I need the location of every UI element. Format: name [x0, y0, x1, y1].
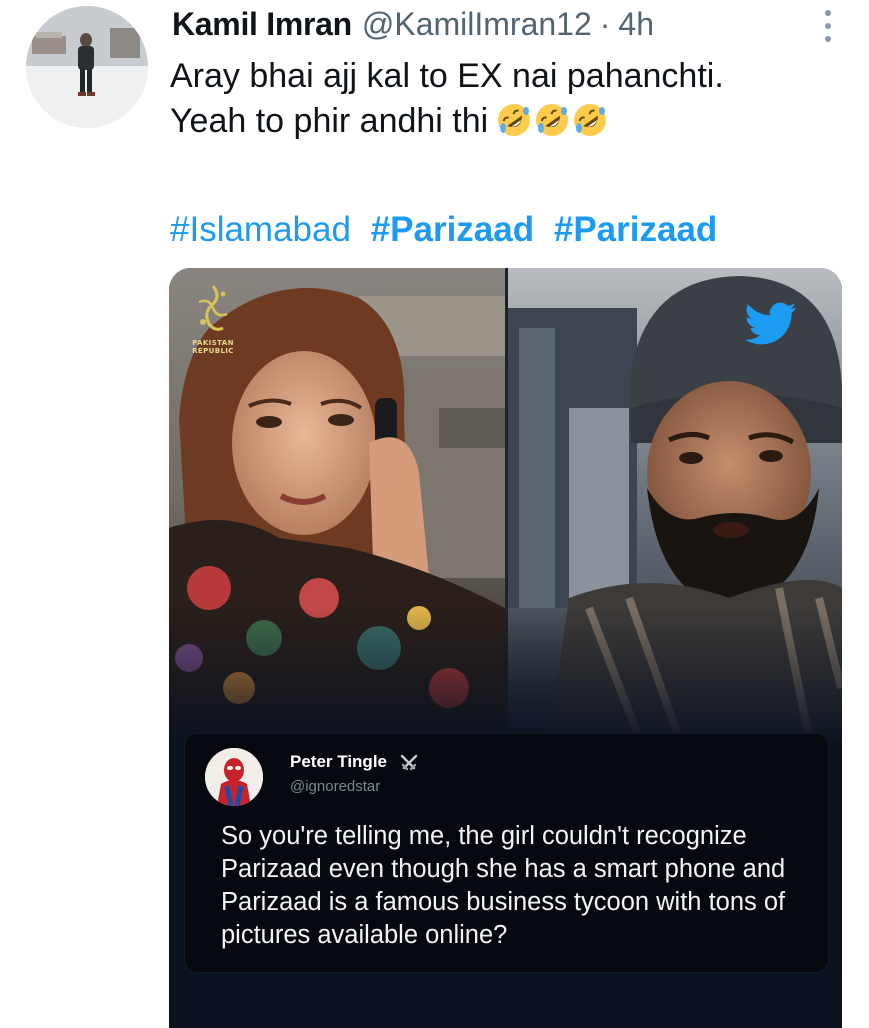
tweet-media[interactable]: PAKISTAN REPUBLIC Peter Tingle @ignoreds… [169, 268, 842, 1028]
twitter-bird-icon [745, 302, 797, 345]
author-handle[interactable]: @KamilImran12 [362, 4, 592, 44]
emoji-row [496, 102, 608, 138]
calligraphy-logo-icon [198, 285, 228, 331]
quoted-tweet-text: So you're telling me, the girl couldn't … [221, 822, 786, 949]
author-display-name[interactable]: Kamil Imran [172, 4, 352, 44]
tweet-text-line-2: Yeah to phir andhi thi [170, 99, 839, 144]
rolling-on-floor-laughing-icon [574, 104, 607, 136]
quoted-author-name[interactable]: Peter Tingle [290, 752, 387, 772]
tweet-timestamp[interactable]: 4h [618, 4, 654, 44]
tweet-text-line-1: Aray bhai ajj kal to EX nai pahanchti. [170, 57, 724, 95]
crossed-swords-icon [400, 754, 418, 771]
hashtag-islamabad[interactable]: #Islamabad [170, 210, 351, 249]
quoted-author-avatar[interactable] [205, 748, 263, 806]
hashtag-parizaad-2[interactable]: #Parizaad [554, 210, 717, 249]
tweet-header: Kamil Imran @KamilImran12 · 4h [172, 4, 829, 44]
watermark-text: PAKISTAN REPUBLIC [192, 339, 234, 355]
hashtag-parizaad[interactable]: #Parizaad [371, 210, 534, 249]
spiderman-avatar-icon [205, 748, 263, 806]
rolling-on-floor-laughing-icon [498, 104, 531, 136]
separator-dot: · [599, 6, 611, 42]
author-avatar[interactable] [26, 6, 148, 128]
tweet-text-line-2-text: Yeah to phir andhi thi [170, 102, 489, 140]
tweet-text: Aray bhai ajj kal to EX nai pahanchti. Y… [170, 54, 839, 144]
quoted-tweet-card[interactable]: Peter Tingle @ignoredstar So you're tell… [185, 734, 828, 972]
rolling-on-floor-laughing-icon [536, 104, 569, 136]
hashtag-row: #Islamabad #Parizaad #Parizaad [170, 206, 717, 254]
quoted-author-handle[interactable]: @ignoredstar [290, 778, 380, 795]
channel-watermark: PAKISTAN REPUBLIC [185, 282, 241, 355]
more-options-icon[interactable] [823, 10, 833, 42]
avatar-photo [26, 6, 148, 128]
